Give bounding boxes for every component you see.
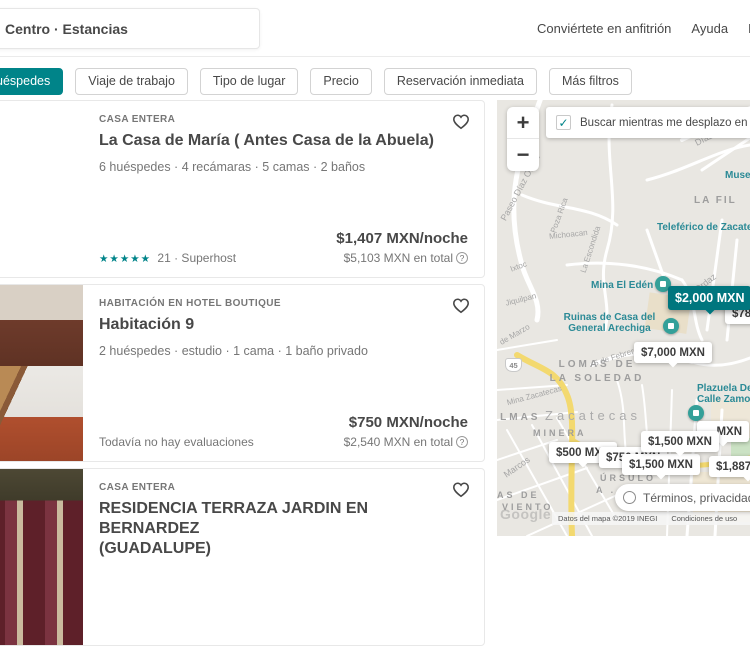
listing-total: $2,540 MXN en total?: [344, 435, 468, 449]
listing-details: 6 huéspedes · 4 recámaras · 5 camas · 2 …: [99, 160, 366, 174]
header-links: Conviértete en anfitrión Ayuda Regístrat…: [537, 0, 750, 56]
zoom-out-button[interactable]: −: [507, 139, 539, 171]
listing-title[interactable]: Habitación 9: [99, 315, 468, 335]
listing-type: CASA ENTERA: [99, 482, 176, 493]
map-zoom-control: + −: [507, 107, 539, 171]
map-price-pin[interactable]: $1,500 MXN: [641, 431, 719, 452]
listing-total: $5,103 MXN en total?: [336, 251, 468, 265]
search-as-move-bar: ✓ Buscar mientras me desplazo en el mapa: [546, 107, 750, 138]
top-navbar: Centro · Estancias Conviértete en anfitr…: [0, 0, 750, 57]
listing-type: CASA ENTERA: [99, 114, 176, 125]
listing-price: $1,407 MXN/noche: [336, 230, 468, 247]
checkbox-checked-icon[interactable]: ✓: [556, 115, 571, 130]
search-as-move-label: Buscar mientras me desplazo en el mapa: [580, 116, 750, 129]
listing-details: 2 huéspedes · estudio · 1 cama · 1 baño …: [99, 344, 368, 358]
become-host-link[interactable]: Conviértete en anfitrión: [537, 21, 671, 36]
google-badge-icon: [623, 491, 636, 504]
search-input[interactable]: Centro · Estancias: [0, 8, 260, 49]
filter-place-type[interactable]: Tipo de lugar: [199, 67, 299, 95]
map-attribution: Datos del mapa ©2019 INEGI Condiciones d…: [552, 512, 750, 525]
rating-text: Todavía no hay evaluaciones: [99, 435, 254, 449]
listing-info: CASA ENTERA RESIDENCIA TERRAZA JARDIN EN…: [83, 469, 484, 645]
listing-rating: ★★★★★ 21 · Superhost: [99, 251, 236, 265]
info-icon[interactable]: ?: [456, 436, 468, 448]
listing-photo[interactable]: [0, 469, 83, 645]
map-price-pin[interactable]: $1,887 MXN: [709, 456, 750, 477]
listings-column: CASA ENTERA La Casa de María ( Antes Cas…: [0, 100, 492, 652]
google-logo: Google: [500, 506, 552, 522]
price-block: $1,407 MXN/noche $5,103 MXN en total?: [336, 230, 468, 265]
listing-type: HABITACIÓN EN HOTEL BOUTIQUE: [99, 298, 281, 309]
listing-info: HABITACIÓN EN HOTEL BOUTIQUE Habitación …: [83, 285, 484, 461]
filter-price[interactable]: Precio: [310, 67, 372, 95]
filter-bar: Huéspedes Viaje de trabajo Tipo de lugar…: [0, 62, 750, 100]
info-icon[interactable]: ?: [456, 252, 468, 264]
listing-card[interactable]: HABITACIÓN EN HOTEL BOUTIQUE Habitación …: [0, 284, 485, 462]
filter-guests[interactable]: Huéspedes: [0, 67, 64, 95]
heart-icon[interactable]: [452, 481, 470, 499]
poi-pin-icon[interactable]: [688, 405, 704, 421]
help-link[interactable]: Ayuda: [691, 21, 728, 36]
zoom-in-button[interactable]: +: [507, 107, 539, 139]
listing-photo[interactable]: [0, 285, 83, 461]
filter-work-trip[interactable]: Viaje de trabajo: [75, 67, 188, 95]
listing-card[interactable]: CASA ENTERA RESIDENCIA TERRAZA JARDIN EN…: [0, 468, 485, 646]
rating-text: 21 · Superhost: [157, 251, 237, 265]
highway-shield-icon: 45: [505, 358, 522, 372]
listing-info: CASA ENTERA La Casa de María ( Antes Cas…: [83, 101, 484, 277]
map-price-pin[interactable]: $2,000 MXN: [668, 286, 750, 310]
listing-bottom-row: ★★★★★ 21 · Superhost $1,407 MXN/noche $5…: [99, 230, 468, 265]
listing-price: $750 MXN/noche: [348, 414, 468, 431]
poi-pin-icon[interactable]: [663, 318, 679, 334]
listing-title[interactable]: RESIDENCIA TERRAZA JARDIN EN BERNARDEZ (…: [99, 499, 468, 559]
terms-of-use-link[interactable]: Condiciones de uso: [671, 514, 737, 523]
terms-privacy-button[interactable]: Términos, privacidad: [615, 484, 750, 511]
filter-more[interactable]: Más filtros: [548, 67, 632, 95]
listing-card[interactable]: CASA ENTERA La Casa de María ( Antes Cas…: [0, 100, 485, 278]
map-price-pin[interactable]: $1,500 MXN: [622, 454, 700, 475]
map-price-pin[interactable]: $7,000 MXN: [634, 342, 712, 363]
listing-photo[interactable]: [0, 101, 83, 277]
listing-bottom-row: Todavía no hay evaluaciones $750 MXN/noc…: [99, 414, 468, 449]
heart-icon[interactable]: [452, 113, 470, 131]
star-icons: ★★★★★: [99, 253, 152, 265]
map-data-credit: Datos del mapa ©2019 INEGI: [558, 514, 658, 523]
filter-instant-book[interactable]: Reservación inmediata: [383, 67, 537, 95]
listing-rating: Todavía no hay evaluaciones: [99, 435, 254, 449]
listing-title[interactable]: La Casa de María ( Antes Casa de la Abue…: [99, 131, 468, 151]
search-value: Centro · Estancias: [5, 20, 128, 37]
heart-icon[interactable]: [452, 297, 470, 315]
map-panel[interactable]: + − ✓ Buscar mientras me desplazo en el …: [497, 100, 750, 536]
price-block: $750 MXN/noche $2,540 MXN en total?: [344, 414, 468, 449]
